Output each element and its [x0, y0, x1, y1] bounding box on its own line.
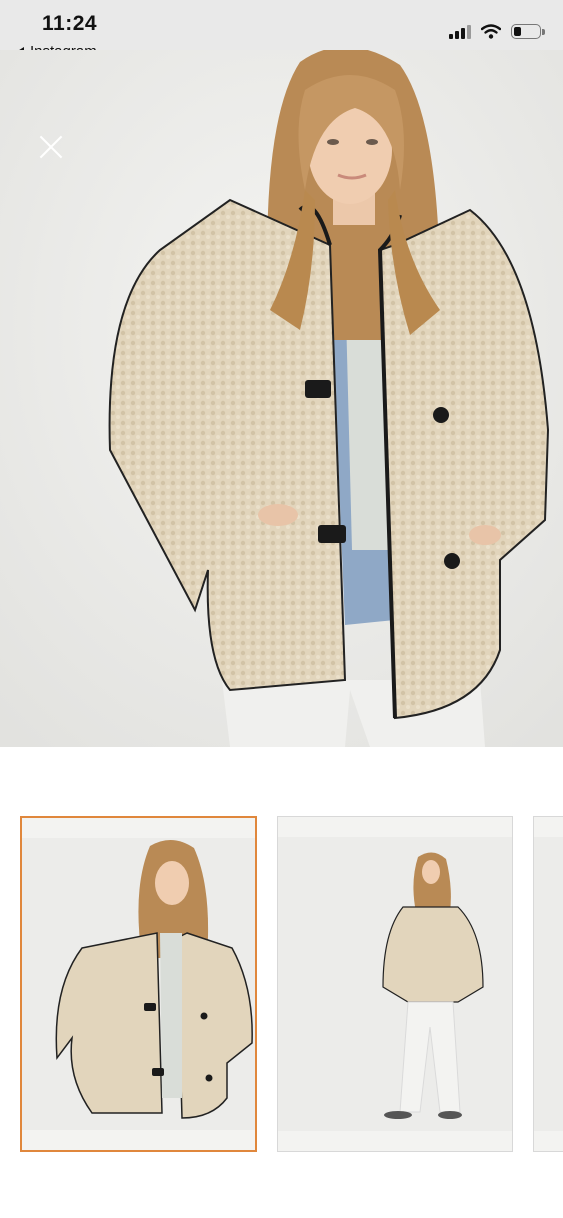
wifi-icon — [481, 24, 501, 39]
thumbnail-2[interactable] — [277, 816, 513, 1152]
battery-icon — [511, 24, 545, 39]
status-icons — [449, 24, 545, 39]
model-jacket-photo — [0, 50, 563, 747]
thumbnail-strip[interactable] — [0, 816, 563, 1154]
thumbnail-image-front-closeup — [22, 838, 255, 1130]
thumbnail-image-full-length — [278, 837, 512, 1131]
status-time: 11:24 — [42, 12, 98, 35]
cellular-signal-icon — [449, 24, 471, 39]
thumbnail-3[interactable] — [533, 816, 563, 1152]
status-bar: 11:24 Instagram — [0, 0, 563, 60]
thumbnail-image-partial — [534, 837, 563, 1131]
thumbnail-1[interactable] — [20, 816, 257, 1152]
main-product-image — [0, 50, 563, 747]
close-icon[interactable] — [36, 132, 66, 162]
